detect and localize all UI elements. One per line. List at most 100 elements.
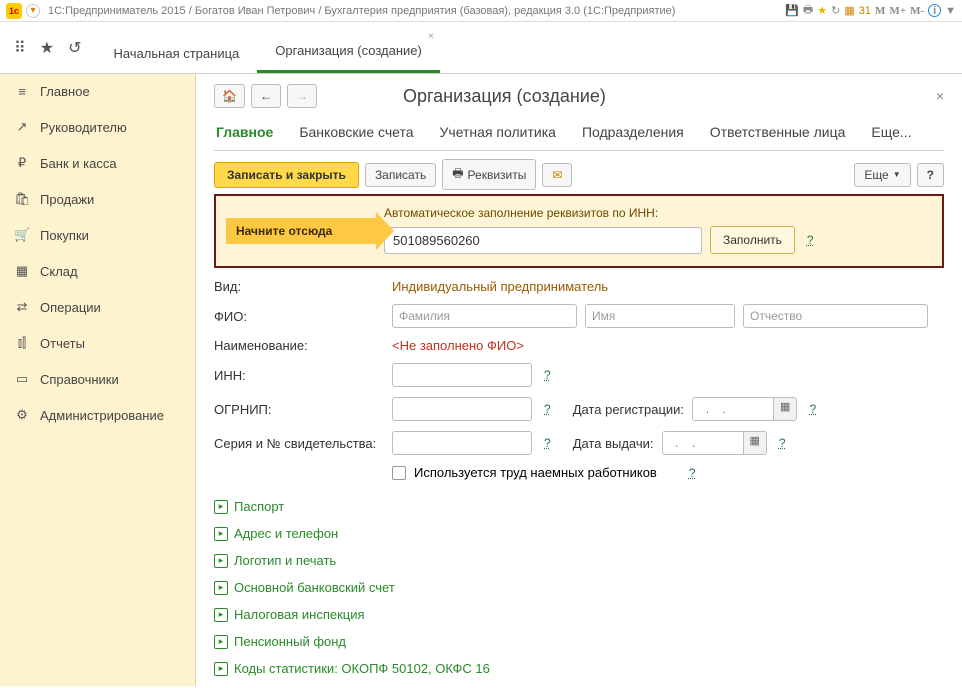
memory-m[interactable]: M: [875, 5, 885, 17]
sidebar-item-manager[interactable]: ↗Руководителю: [0, 109, 195, 145]
help-button[interactable]: ?: [917, 163, 944, 187]
surname-input[interactable]: [392, 304, 577, 328]
grid4-icon: ▦: [14, 263, 30, 279]
print-icon[interactable]: 🖶: [803, 1, 813, 20]
expand-tax[interactable]: ▸Налоговая инспекция: [214, 601, 944, 628]
dateiss-field[interactable]: ▦: [662, 431, 767, 455]
requisites-button[interactable]: 🖶Реквизиты: [442, 159, 536, 190]
info-dropdown-icon[interactable]: ▼: [945, 5, 956, 17]
calendar-icon[interactable]: ▦: [773, 398, 796, 420]
dropdown-icon[interactable]: ▾: [26, 4, 40, 18]
subtab-more[interactable]: Еще...: [869, 118, 913, 150]
sidebar-item-sales[interactable]: 🛍Продажи: [0, 181, 195, 217]
expand-address[interactable]: ▸Адрес и телефон: [214, 520, 944, 547]
subtab-accounting-policy[interactable]: Учетная политика: [438, 118, 558, 150]
more-button[interactable]: Еще ▼: [854, 163, 910, 187]
app-icon: 1c: [6, 3, 22, 19]
expand-icon: ▸: [214, 662, 228, 676]
datereg-help[interactable]: ?: [805, 402, 820, 416]
name-input[interactable]: [585, 304, 735, 328]
expand-label: Пенсионный фонд: [234, 634, 346, 649]
chevron-down-icon: ▼: [893, 170, 901, 179]
inn-field[interactable]: [392, 363, 532, 387]
sidebar-item-directories[interactable]: ▭ Справочники: [0, 361, 195, 397]
inn-help[interactable]: ?: [540, 368, 555, 382]
hired-workers-checkbox[interactable]: [392, 466, 406, 480]
tab-label: Организация (создание): [275, 43, 422, 58]
sidebar-item-warehouse[interactable]: ▦Склад: [0, 253, 195, 289]
fill-button[interactable]: Заполнить: [710, 226, 795, 254]
subtab-responsible[interactable]: Ответственные лица: [708, 118, 848, 150]
expand-stats-codes[interactable]: ▸Коды статистики: ОКОПФ 50102, ОКФС 16: [214, 655, 944, 682]
hired-workers-label: Используется труд наемных работников: [414, 465, 657, 480]
datereg-field[interactable]: ▦: [692, 397, 797, 421]
sidebar-item-bank[interactable]: ₽ Банк и касса: [0, 145, 195, 181]
home-button[interactable]: 🏠: [214, 84, 245, 108]
ogrnip-help[interactable]: ?: [540, 402, 555, 416]
refresh-icon[interactable]: ↻: [831, 4, 840, 17]
expand-logo[interactable]: ▸Логотип и печать: [214, 547, 944, 574]
hired-help[interactable]: ?: [685, 466, 700, 480]
patronymic-input[interactable]: [743, 304, 928, 328]
expand-icon: ▸: [214, 500, 228, 514]
sidebar-item-operations[interactable]: ⇄Операции: [0, 289, 195, 325]
content: 🏠 ← → Организация (создание) × Главное Б…: [196, 74, 962, 686]
back-button[interactable]: ←: [251, 84, 281, 108]
sidebar-item-admin[interactable]: ⚙ Администрирование: [0, 397, 195, 433]
save-close-button[interactable]: Записать и закрыть: [214, 162, 359, 188]
tab-organization[interactable]: Организация (создание) ×: [257, 25, 440, 73]
expand-pension[interactable]: ▸Пенсионный фонд: [214, 628, 944, 655]
tab-home[interactable]: Начальная страница: [95, 28, 257, 73]
expand-label: Логотип и печать: [234, 553, 336, 568]
ogrnip-label: ОГРНИП:: [214, 402, 384, 417]
ogrnip-field[interactable]: [392, 397, 532, 421]
chart-icon: ↗: [14, 119, 30, 135]
sidebar-item-purchases[interactable]: 🛒Покупки: [0, 217, 195, 253]
favorite-icon[interactable]: ★: [817, 4, 827, 17]
print-icon: 🖶: [452, 164, 463, 185]
close-button[interactable]: ×: [936, 88, 944, 104]
serial-help[interactable]: ?: [540, 436, 555, 450]
memory-mplus[interactable]: M+: [889, 5, 906, 17]
btn-label: Еще: [864, 168, 888, 182]
info-icon[interactable]: i: [928, 4, 941, 17]
ruble-icon: ₽: [14, 155, 30, 171]
expand-bank-account[interactable]: ▸ Основной банковский счет: [214, 574, 944, 601]
inn-input[interactable]: [384, 227, 702, 254]
window-title: 1С:Предприниматель 2015 / Богатов Иван П…: [48, 5, 675, 17]
mail-button[interactable]: ✉: [542, 163, 572, 187]
history-icon[interactable]: ↺: [68, 38, 81, 58]
dateiss-input[interactable]: [663, 432, 743, 454]
subtab-main[interactable]: Главное: [214, 118, 275, 150]
sidebar-item-label: Покупки: [40, 228, 89, 243]
star-icon[interactable]: ★: [40, 38, 54, 58]
expand-icon: ▸: [214, 581, 228, 595]
calc-icon[interactable]: ▦: [844, 4, 854, 17]
expand-label: Основной банковский счет: [234, 580, 395, 595]
memory-mminus[interactable]: M-: [910, 5, 924, 17]
gear-icon: ⚙: [14, 407, 30, 423]
datereg-input[interactable]: [693, 398, 773, 420]
expand-label: Паспорт: [234, 499, 284, 514]
sidebar-item-main[interactable]: ≡Главное: [0, 74, 195, 109]
name-label: Наименование:: [214, 338, 384, 353]
save-button[interactable]: Записать: [365, 163, 436, 187]
name-not-filled: <Не заполнено ФИО>: [392, 338, 524, 353]
inn-help-link[interactable]: ?: [803, 233, 818, 247]
grid-icon[interactable]: ⠿: [14, 38, 26, 58]
forward-button[interactable]: →: [287, 84, 317, 108]
book-icon: ▭: [14, 371, 30, 387]
sidebar-item-label: Администрирование: [40, 408, 164, 423]
sidebar-item-label: Справочники: [40, 372, 119, 387]
sidebar-item-reports[interactable]: ⫾⫿Отчеты: [0, 325, 195, 361]
serial-field[interactable]: [392, 431, 532, 455]
save-icon[interactable]: 💾: [785, 4, 799, 17]
dateiss-help[interactable]: ?: [775, 436, 790, 450]
expand-passport[interactable]: ▸ Паспорт: [214, 493, 944, 520]
calendar-icon[interactable]: 31: [859, 5, 871, 17]
subtab-subdivisions[interactable]: Подразделения: [580, 118, 686, 150]
sidebar-item-label: Банк и касса: [40, 156, 117, 171]
subtab-bank-accounts[interactable]: Банковские счета: [297, 118, 415, 150]
tab-close-icon[interactable]: ×: [428, 31, 434, 42]
calendar-icon[interactable]: ▦: [743, 432, 766, 454]
